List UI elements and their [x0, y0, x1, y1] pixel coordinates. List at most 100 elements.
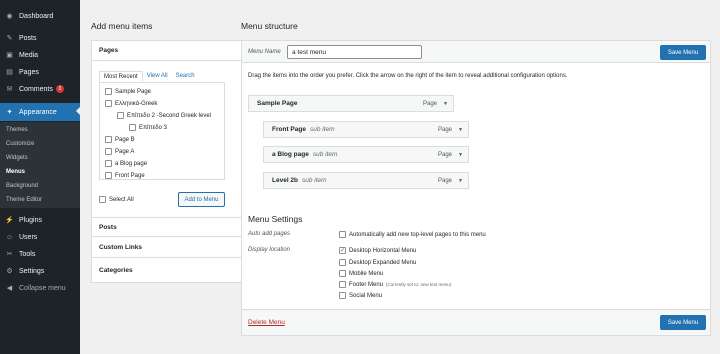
save-menu-button-top[interactable]: Save Menu [660, 45, 706, 60]
checkbox[interactable] [105, 148, 112, 155]
page-option[interactable]: Page B [105, 136, 135, 143]
checkbox[interactable] [105, 136, 112, 143]
submenu-item-themes[interactable]: Themes [6, 127, 28, 133]
menu-item-level-2b[interactable]: Level 2b sub item Page ▼ [263, 172, 469, 189]
menu-item-title: Sample Page [257, 100, 298, 107]
sidebar-item-users[interactable]: ☺ Users [0, 229, 80, 245]
checkbox[interactable] [105, 172, 112, 179]
expand-arrow-icon[interactable]: ▼ [458, 152, 463, 158]
menu-structure-panel: Menu Name a test menu Save Menu Drag the… [241, 40, 711, 336]
checkbox[interactable] [339, 259, 346, 266]
tab-most-recent[interactable]: Most Recent [99, 71, 143, 82]
sidebar-item-pages[interactable]: ▤ Pages [0, 64, 80, 80]
page-option[interactable]: Sample Page [105, 88, 151, 95]
submenu-item-customize[interactable]: Customize [6, 141, 34, 147]
expand-arrow-icon[interactable]: ▼ [443, 101, 448, 107]
menu-name-input[interactable]: a test menu [287, 45, 422, 59]
sidebar-item-settings[interactable]: ⚙ Settings [0, 263, 80, 279]
tab-search[interactable]: Search [172, 71, 199, 82]
checkbox-checked[interactable]: ✓ [339, 247, 346, 254]
page-option[interactable]: Επίπεδο 3 [129, 124, 167, 131]
location-social[interactable]: Social Menu [339, 292, 382, 299]
sidebar-item-label: Appearance [19, 108, 57, 116]
sidebar-item-label: Posts [19, 34, 37, 42]
menu-item-type: Page [437, 177, 452, 184]
checkbox[interactable] [339, 281, 346, 288]
pages-checklist: Sample Page Ελληνικά-Greek Επίπεδο 2 -Se… [99, 82, 225, 180]
page-option[interactable]: Ελληνικά-Greek [105, 100, 157, 107]
sidebar-item-posts[interactable]: ✎ Posts [0, 30, 80, 46]
expand-arrow-icon[interactable]: ▼ [458, 127, 463, 133]
submenu-item-theme-editor[interactable]: Theme Editor [6, 197, 42, 203]
checkbox[interactable] [339, 270, 346, 277]
accordion-title: Posts [99, 223, 117, 231]
location-mobile[interactable]: Mobile Menu [339, 270, 383, 277]
tab-view-all[interactable]: View All [143, 71, 172, 82]
checkbox[interactable] [105, 160, 112, 167]
page-option[interactable]: Page A [105, 148, 134, 155]
select-all-label: Select All [109, 196, 134, 203]
plug-icon: ⚡ [5, 217, 14, 224]
menu-name-label: Menu Name [248, 49, 281, 55]
location-label: Social Menu [349, 292, 383, 299]
menu-item-sample-page[interactable]: Sample Page Page ▼ [248, 95, 454, 112]
page-option[interactable]: Front Page [105, 172, 145, 179]
checkbox[interactable] [117, 112, 124, 119]
sidebar-item-appearance[interactable]: ✦ Appearance [0, 103, 80, 121]
location-label: Desktop Horizontal Menu [349, 247, 417, 254]
menu-item-type: Page [437, 151, 452, 158]
pin-icon: ✎ [6, 35, 13, 42]
menu-item-subtitle: sub item [302, 177, 327, 184]
add-to-menu-button[interactable]: Add to Menu [178, 192, 225, 207]
location-desktop-horizontal[interactable]: ✓ Desktop Horizontal Menu [339, 247, 416, 254]
select-all-option[interactable]: Select All [99, 196, 134, 203]
menu-item-subtitle: sub item [309, 126, 335, 133]
save-menu-button-bottom[interactable]: Save Menu [660, 315, 706, 330]
menu-item-front-page[interactable]: Front Page sub item Page ▼ [263, 121, 469, 138]
location-footer[interactable]: Footer Menu (Currently set to: new test … [339, 281, 451, 288]
sidebar-item-label: Pages [19, 68, 39, 76]
page-label: Επίπεδο 3 [139, 124, 167, 131]
menu-item-type: Page [437, 126, 452, 133]
collapse-icon: ◀ [6, 285, 13, 292]
expand-arrow-icon[interactable]: ▼ [458, 178, 463, 184]
collapse-menu-button[interactable]: ◀ Collapse menu [0, 280, 80, 296]
media-icon: ▣ [6, 52, 13, 59]
sidebar-item-label: Collapse menu [19, 284, 66, 292]
page-option[interactable]: Επίπεδο 2 -Second Greek level [117, 112, 211, 119]
page-label: Page A [115, 148, 135, 155]
page-label: Ελληνικά-Greek [115, 100, 158, 107]
menu-item-title: a Blog page [272, 151, 309, 158]
pages-tabs: Most Recent View All Search [99, 71, 199, 82]
checkbox[interactable] [105, 100, 112, 107]
location-label: Desktop Expanded Menu [349, 259, 417, 266]
sidebar-item-comments[interactable]: ✉ Comments 3 [0, 81, 80, 97]
sidebar-item-dashboard[interactable]: ◉ Dashboard [0, 8, 80, 24]
sidebar-item-tools[interactable]: ✂ Tools [0, 246, 80, 262]
checkbox[interactable] [129, 124, 136, 131]
sidebar-item-label: Settings [19, 267, 45, 275]
auto-add-option[interactable]: Automatically add new top-level pages to… [339, 231, 486, 238]
sidebar-item-media[interactable]: ▣ Media [0, 47, 80, 63]
select-all-checkbox[interactable] [99, 196, 106, 203]
user-icon: ☺ [5, 233, 14, 241]
checkbox[interactable] [339, 292, 346, 299]
sidebar-item-plugins[interactable]: ⚡ Plugins [0, 212, 80, 228]
submenu-item-menus[interactable]: Menus [6, 169, 25, 175]
location-desktop-expanded[interactable]: Desktop Expanded Menu [339, 259, 416, 266]
auto-add-checkbox[interactable] [339, 231, 346, 238]
dashboard-icon: ◉ [6, 13, 13, 20]
submenu-item-widgets[interactable]: Widgets [6, 155, 28, 161]
wrench-icon: ✂ [6, 251, 13, 258]
sidebar-item-label: Media [19, 51, 39, 59]
page-label: Page B [115, 136, 135, 143]
page-option[interactable]: a Blog page [105, 160, 147, 167]
delete-menu-link[interactable]: Delete Menu [248, 319, 285, 326]
comment-count-badge: 3 [55, 85, 64, 93]
sidebar-item-label: Plugins [19, 216, 42, 224]
pages-icon: ▤ [6, 69, 13, 76]
accordion-title: Pages [99, 47, 119, 54]
menu-item-blog-page[interactable]: a Blog page sub item Page ▼ [263, 146, 469, 163]
checkbox[interactable] [105, 88, 112, 95]
submenu-item-background[interactable]: Background [6, 183, 38, 189]
